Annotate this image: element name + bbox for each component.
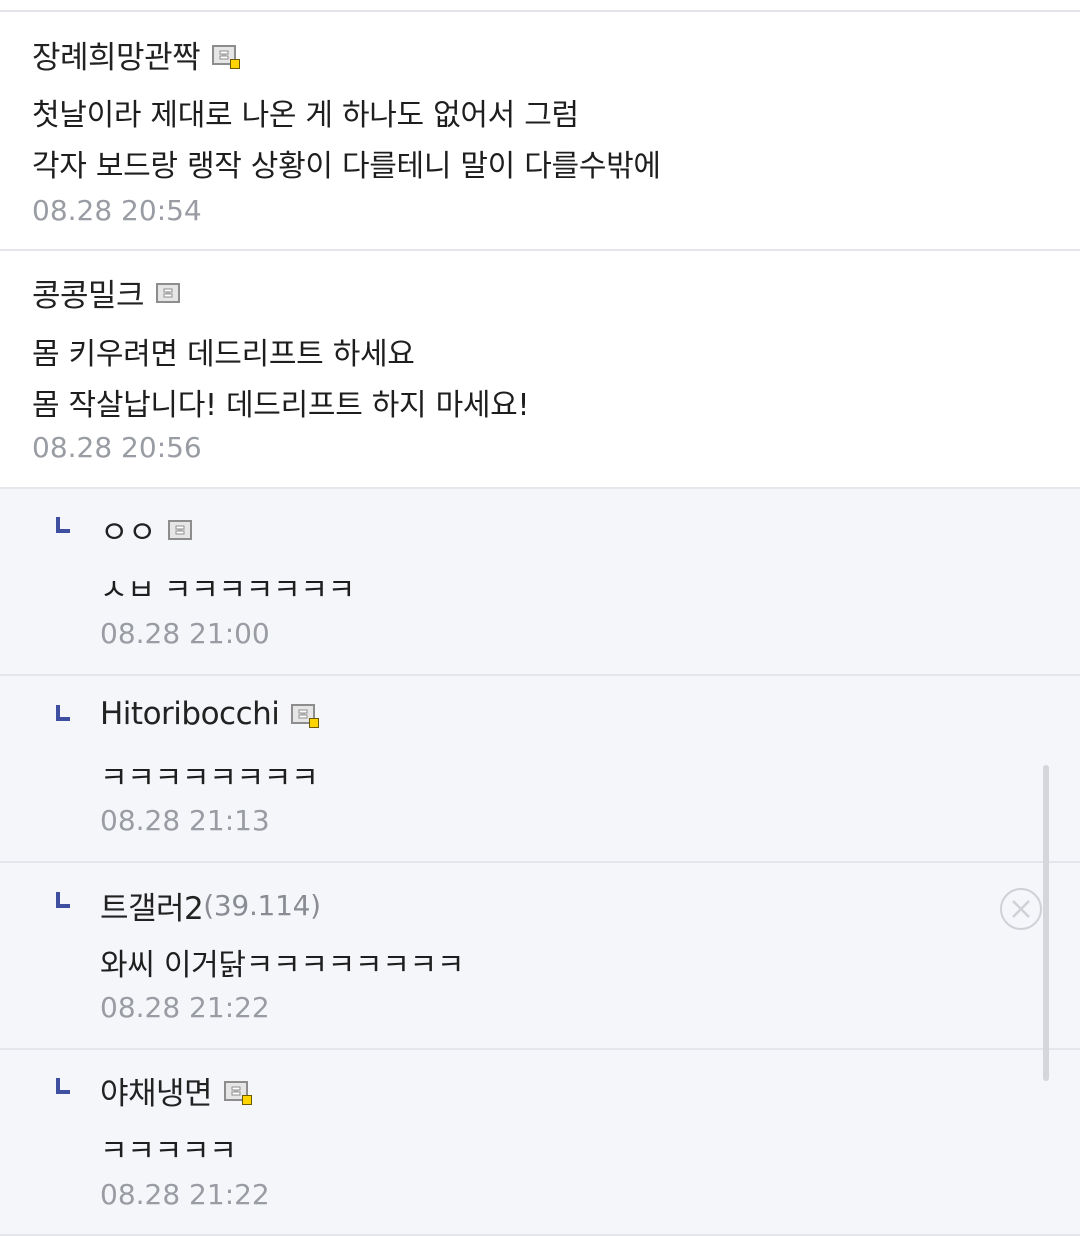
reply-item: ㅇㅇ ㅅㅂ ㅋㅋㅋㅋㅋㅋㅋ 08.28 21:00: [0, 489, 1080, 676]
gallery-member-icon: [156, 282, 181, 303]
comment-list: 장례희망관짝 첫날이라 제대로 나온 게 하나도 없어서 그럼 각자 보드랑 랭…: [0, 0, 1080, 1236]
nickname[interactable]: 야채냉면: [100, 1068, 213, 1113]
reply-item: Hitoribocchi ㅋㅋㅋㅋㅋㅋㅋㅋ 08.28 21:13: [0, 676, 1080, 863]
comment-author-row[interactable]: 콩콩밀크: [32, 270, 181, 315]
comment-text-line: 몸 키우려면 데드리프트 하세요: [32, 337, 415, 372]
comment-text-line: 각자 보드랑 랭작 상황이 다를테니 말이 다를수밖에: [32, 149, 661, 184]
reply-author-row[interactable]: 야채냉면: [100, 1068, 253, 1113]
gallery-member-icon: [224, 1080, 253, 1105]
reply-timestamp: 08.28 21:22: [100, 991, 270, 1024]
reply-timestamp: 08.28 21:13: [100, 804, 270, 837]
yellow-dot-icon: [230, 58, 241, 69]
reply-item: 야채냉면 ㅋㅋㅋㅋㅋ 08.28 21:22: [0, 1050, 1080, 1236]
reply-text: 와씨 이거닭ㅋㅋㅋㅋㅋㅋㅋㅋ: [100, 948, 465, 983]
ip-address: (39.114): [203, 889, 321, 922]
comment-timestamp: 08.28 20:56: [32, 431, 202, 464]
comment-text-line: 몸 작살납니다! 데드리프트 하지 마세요!: [32, 388, 530, 423]
comment-timestamp: 08.28 20:54: [32, 194, 202, 227]
nickname[interactable]: 콩콩밀크: [32, 270, 145, 315]
nickname[interactable]: 트갤러2: [100, 883, 204, 928]
reply-author-row[interactable]: ㅇㅇ: [100, 507, 193, 552]
reply-text: ㅋㅋㅋㅋㅋㅋㅋㅋ: [100, 761, 319, 796]
comment-author-row[interactable]: 장례희망관짝: [32, 32, 241, 77]
gallery-member-icon: [212, 44, 241, 69]
yellow-dot-icon: [242, 1094, 253, 1105]
yellow-dot-icon: [309, 718, 320, 728]
nickname[interactable]: 장례희망관짝: [32, 32, 201, 77]
scrollbar[interactable]: [1043, 765, 1049, 1081]
comment-item: 콩콩밀크 몸 키우려면 데드리프트 하세요 몸 작살납니다! 데드리프트 하지 …: [0, 251, 1080, 489]
reply-text: ㅅㅂ ㅋㅋㅋㅋㅋㅋㅋ: [100, 573, 355, 608]
delete-reply-button[interactable]: [1000, 888, 1042, 930]
comment-text-line: 첫날이라 제대로 나온 게 하나도 없어서 그럼: [32, 98, 579, 133]
comment-item: 장례희망관짝 첫날이라 제대로 나온 게 하나도 없어서 그럼 각자 보드랑 랭…: [0, 12, 1080, 251]
divider: [0, 0, 1080, 12]
nickname[interactable]: ㅇㅇ: [100, 507, 157, 552]
gallery-member-icon: [291, 704, 320, 728]
reply-author-row[interactable]: 트갤러2 (39.114): [100, 883, 321, 928]
reply-text: ㅋㅋㅋㅋㅋ: [100, 1134, 237, 1169]
reply-author-row[interactable]: Hitoribocchi: [100, 696, 320, 732]
reply-arrow-icon: [56, 1078, 70, 1094]
reply-arrow-icon: [56, 892, 70, 908]
reply-arrow-icon: [56, 517, 70, 533]
reply-timestamp: 08.28 21:22: [100, 1178, 270, 1211]
gallery-member-icon: [168, 519, 193, 540]
reply-arrow-icon: [56, 705, 70, 721]
reply-timestamp: 08.28 21:00: [100, 617, 270, 650]
reply-item: 트갤러2 (39.114) 와씨 이거닭ㅋㅋㅋㅋㅋㅋㅋㅋ 08.28 21:22: [0, 863, 1080, 1050]
close-circle-icon: [1012, 900, 1030, 918]
nickname[interactable]: Hitoribocchi: [100, 696, 280, 732]
